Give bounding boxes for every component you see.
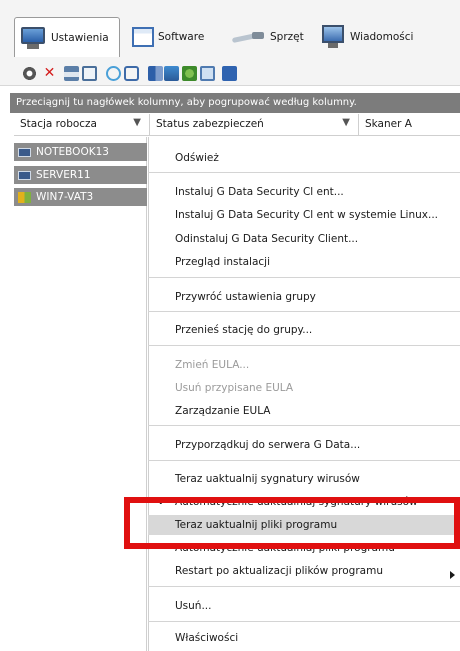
workstation-name: NOTEBOOK13 [36,146,109,158]
menu-separator [148,277,460,278]
menu-item-move-station[interactable]: Przenieś stację do grupy... [175,320,460,340]
column-header-security-status[interactable]: Status zabezpieczeń ▼ [150,114,359,136]
workstation-row[interactable]: WIN7-VAT3 [14,188,147,206]
tab-label: Software [158,31,205,43]
menu-item-update-program[interactable]: Teraz uaktualnij pliki programu [148,515,460,535]
computer-icon [18,170,31,180]
monitor-icon [19,26,47,50]
workstation-name: WIN7-VAT3 [36,191,94,203]
column-label: Skaner A [365,118,412,130]
workstation-row[interactable]: SERVER11 [14,166,147,184]
windows-computer-icon [18,191,31,203]
delete-icon[interactable]: ✕ [42,66,57,81]
export-icon[interactable] [222,66,237,81]
tab-wiadomosci[interactable]: Wiadomości [316,17,419,57]
column-header-scanner[interactable]: Skaner A [359,114,460,136]
menu-item-auto-program[interactable]: Automatycznie uaktualniaj pliki programu [175,538,460,558]
tools-icon[interactable] [182,66,197,81]
menu-separator [148,172,460,173]
tab-label: Wiadomości [350,31,414,43]
menu-separator [148,425,460,426]
settings-icon[interactable] [22,66,37,81]
menu-item-restart-after-update[interactable]: Restart po aktualizacji plików programu [175,561,460,581]
menu-item-restore-group[interactable]: Przywróć ustawienia grupy [175,287,460,307]
menu-item-auto-signatures[interactable]: Automatycznie uaktualniaj sygnatury wiru… [175,492,460,512]
report-icon[interactable] [200,66,215,81]
tab-sprzet[interactable]: Sprzęt [228,17,310,57]
menu-item-delete[interactable]: Usuń... [175,596,460,616]
window-icon [132,27,154,47]
menu-item-update-signatures[interactable]: Teraz uaktualnij sygnatury wirusów [175,469,460,489]
menu-separator [148,345,460,346]
menu-separator [148,586,460,587]
print-preview-icon[interactable] [82,66,97,81]
filter-icon[interactable]: ▼ [342,117,350,128]
workstation-list [14,137,147,651]
group-by-banner[interactable]: Przeciągnij tu nagłówek kolumny, aby pog… [10,93,460,113]
menu-item-change-eula: Zmień EULA... [175,359,250,371]
print-icon[interactable] [64,66,79,81]
submenu-arrow-icon [450,571,455,579]
menu-item-install-client[interactable]: Instaluj G Data Security Cl ent... [175,182,460,202]
menu-item-refresh[interactable]: Odśwież [175,148,460,168]
menu-separator [148,621,460,622]
tab-bar: Ustawienia Software Sprzęt Wiadomości [0,0,460,62]
column-header-workstation[interactable]: Stacja robocza ▼ [14,114,150,136]
menu-item-install-linux[interactable]: Instaluj G Data Security Cl ent w system… [175,205,460,225]
check-icon: ✔ [158,495,168,508]
column-label: Status zabezpieczeń [156,118,264,130]
filter-icon[interactable] [124,66,139,81]
tab-ustawienia[interactable]: Ustawienia [14,17,120,57]
toolbar: ✕ [0,62,460,86]
menu-item-remove-eula: Usuń przypisane EULA [175,382,294,394]
layout-icon[interactable] [148,66,163,81]
tab-software[interactable]: Software [128,17,210,57]
menu-item-uninstall-client[interactable]: Odinstaluj G Data Security Client... [175,229,460,249]
refresh-icon[interactable] [106,66,121,81]
workstation-row[interactable]: NOTEBOOK13 [14,143,147,161]
computer-icon [18,147,31,157]
menu-item-properties[interactable]: Właściwości [175,628,460,648]
menu-separator [148,311,460,312]
menu-item-assign-server[interactable]: Przyporządkuj do serwera G Data... [175,435,460,455]
chart-icon[interactable] [164,66,179,81]
menu-separator [148,460,460,461]
column-label: Stacja robocza [20,118,97,130]
cable-icon [231,29,266,45]
menu-item-manage-eula[interactable]: Zarządzanie EULA [175,401,460,421]
tab-label: Ustawienia [51,31,109,44]
workstation-name: SERVER11 [36,169,91,181]
check-icon: ✔ [158,540,168,553]
tab-label: Sprzęt [270,31,304,43]
filter-icon[interactable]: ▼ [133,117,141,128]
menu-item-install-overview[interactable]: Przegląd instalacji [175,252,460,272]
message-monitor-icon [320,25,346,49]
